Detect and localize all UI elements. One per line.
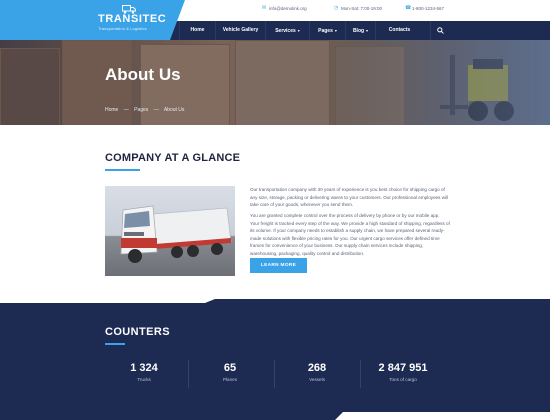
- nav-contacts[interactable]: Contacts: [375, 21, 423, 40]
- counter-vessels-value: 268: [307, 362, 327, 374]
- brand-name: TRANSITEC: [98, 13, 167, 25]
- nav-blog[interactable]: Blog ▾: [345, 21, 375, 40]
- nav-blog-label: Blog: [352, 28, 365, 34]
- nav-gallery-label: Vehicle Gallery: [222, 27, 259, 33]
- nav-pages-label: Pages: [318, 28, 333, 34]
- chevron-down-icon: ▾: [366, 28, 369, 33]
- breadcrumb-home[interactable]: Home: [105, 107, 118, 113]
- contact-phone[interactable]: ☎ 1-800-1234-567: [405, 5, 445, 12]
- email-text: info@demolink.org: [269, 6, 307, 11]
- counters-section: [0, 299, 550, 420]
- phone-icon: ☎: [405, 5, 412, 11]
- tanker-truck-image: [120, 205, 232, 263]
- counter-planes-label: Planes: [222, 377, 238, 382]
- learn-more-button[interactable]: LEARN MORE: [250, 258, 307, 273]
- title-underline: [105, 169, 140, 171]
- search-button[interactable]: [430, 21, 452, 40]
- breadcrumb-pages[interactable]: Pages: [134, 107, 148, 113]
- breadcrumb-separator: —: [123, 107, 129, 113]
- breadcrumb: Home — Pages — About Us: [105, 107, 188, 113]
- counters-title: COUNTERS: [105, 326, 170, 338]
- company-paragraph-1: Our transportation company with 30 years…: [250, 187, 449, 207]
- breadcrumb-current: About Us: [163, 107, 185, 113]
- contact-email[interactable]: ✉ info@demolink.org: [262, 5, 307, 12]
- nav-pages[interactable]: Pages ▾: [309, 21, 345, 40]
- nav-services[interactable]: Services ▾: [265, 21, 309, 40]
- nav-services-label: Services: [275, 28, 296, 34]
- chevron-down-icon: ▾: [297, 28, 300, 33]
- brand-tagline: Transportation & Logistics: [98, 26, 147, 31]
- hours-text: Mon-Sat: 7:00-19:00: [341, 6, 383, 11]
- hero-overlay-light: [350, 40, 550, 125]
- contact-hours: ◷ Mon-Sat: 7:00-19:00: [334, 5, 383, 12]
- counter-cargo-value: 2 847 951: [378, 362, 428, 374]
- counter-cargo-label: Tons of cargo: [389, 377, 417, 382]
- counter-trucks-label: Trucks: [137, 377, 151, 382]
- counter-planes-value: 65: [223, 362, 237, 374]
- nav-vehicle-gallery[interactable]: Vehicle Gallery: [215, 21, 265, 40]
- clock-icon: ◷: [334, 5, 339, 11]
- nav-home[interactable]: Home: [179, 21, 215, 40]
- counters-underline: [105, 343, 125, 345]
- hero-banner: About Us Home — Pages — About Us: [0, 40, 550, 125]
- breadcrumb-separator: —: [153, 107, 159, 113]
- page-title: About Us: [105, 65, 181, 84]
- nav-contacts-label: Contacts: [388, 27, 411, 33]
- chevron-down-icon: ▾: [334, 28, 337, 33]
- company-paragraph-2: You are granted complete control over th…: [250, 213, 450, 256]
- search-icon: [437, 27, 444, 34]
- counter-trucks-value: 1 324: [130, 362, 158, 374]
- truck-photo: [105, 186, 235, 276]
- counter-vessels-label: Vessels: [309, 377, 325, 382]
- section-title: COMPANY AT A GLANCE: [105, 152, 241, 164]
- phone-text: 1-800-1234-567: [412, 6, 445, 11]
- section-divider-bottom: [335, 412, 550, 420]
- logo[interactable]: TRANSITEC Transportation & Logistics: [0, 0, 185, 40]
- mail-icon: ✉: [262, 5, 267, 11]
- nav-home-label: Home: [190, 27, 205, 33]
